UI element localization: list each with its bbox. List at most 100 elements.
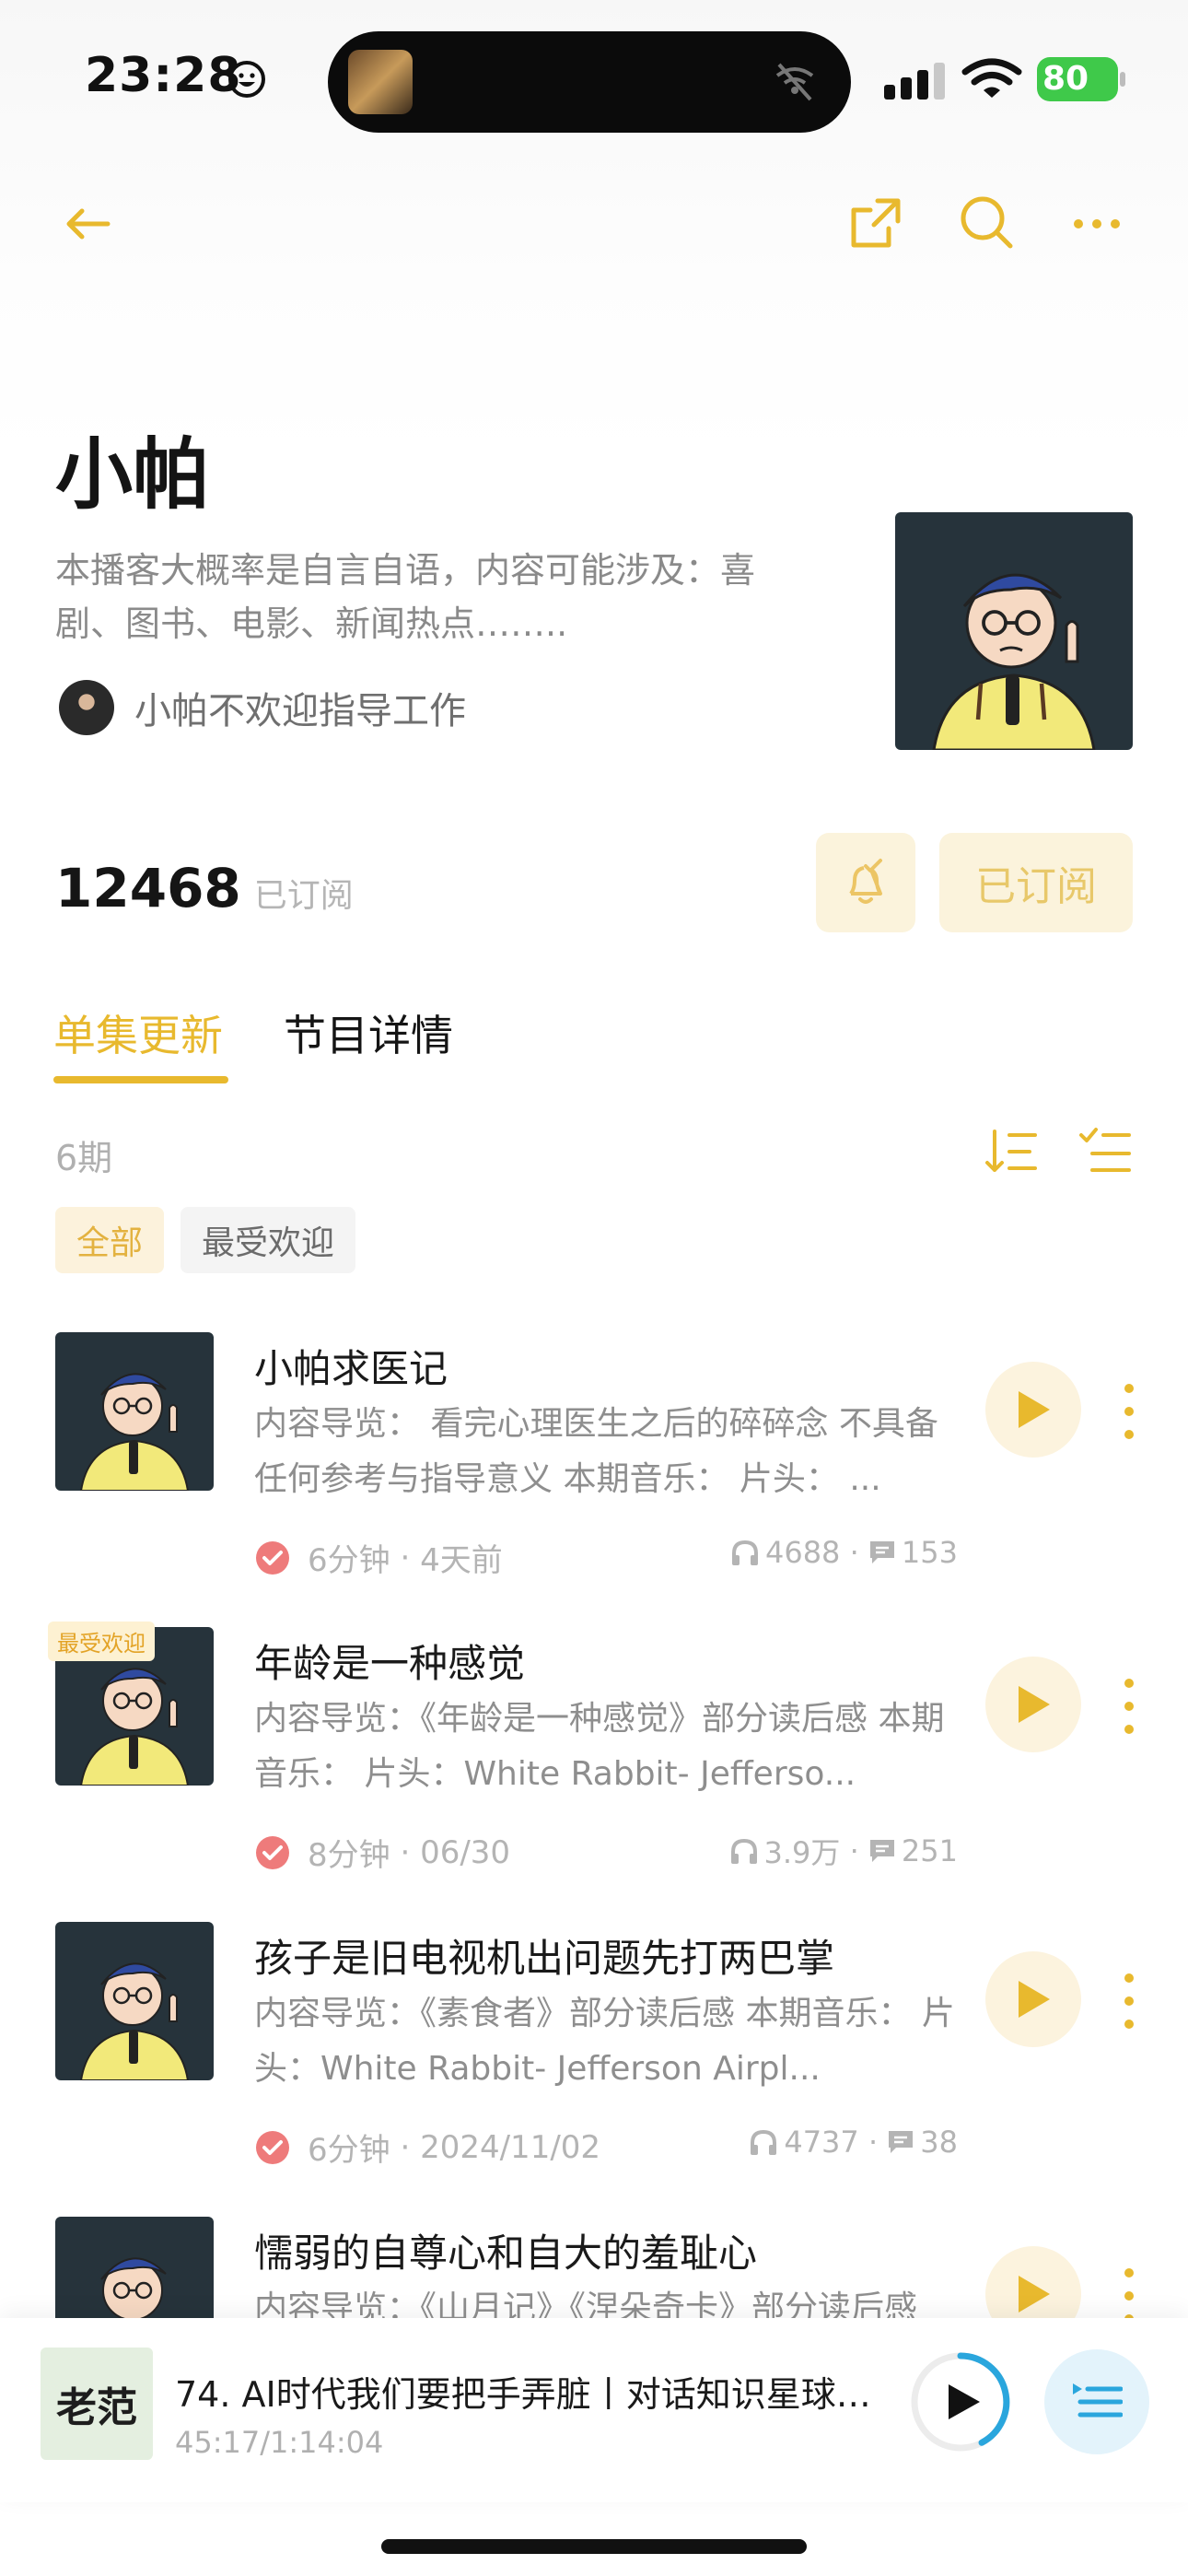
mute-icon	[775, 63, 814, 101]
meta-separator: ·	[858, 2125, 888, 2160]
cellular-signal-icon	[884, 63, 945, 100]
dynamic-island[interactable]	[328, 31, 851, 133]
subscriber-count-label: 已订阅	[253, 877, 354, 915]
status-time: 23:28	[85, 48, 242, 103]
dot	[1124, 1679, 1134, 1688]
episode-title: 年龄是一种感觉	[254, 1641, 526, 1686]
comment-icon	[869, 1840, 894, 1862]
play-count: 3.9万	[763, 1835, 841, 1870]
dot	[1124, 1407, 1134, 1416]
episode-meta: 6分钟 · 4天前	[254, 1535, 503, 1580]
episode-description: 内容导览：《山月记》《涅朵奇卡》部分读后感	[254, 2289, 918, 2318]
sort-button[interactable]	[982, 1122, 1041, 1181]
now-playing-thumbnail	[348, 50, 413, 114]
episode-item[interactable]: 小帕求医记 内容导览： 看完心理医生之后的碎碎念 不具备任何参考与指导意义 本期…	[0, 1332, 1188, 1627]
podcast-description[interactable]: 本播客大概率是自言自语，内容可能涉及：喜剧、图书、电影、新闻热点……..	[55, 544, 810, 650]
batch-select-button[interactable]	[1076, 1122, 1135, 1181]
dot	[1124, 1996, 1134, 2006]
episode-stats: 4737 · 38	[749, 2125, 958, 2160]
mini-player[interactable]: 老范 74. AI时代我们要把手弄脏丨对话知识星球… 45:17/1:14:04	[0, 2318, 1188, 2502]
play-icon	[1019, 1391, 1050, 1428]
most-popular-badge: 最受欢迎	[48, 1622, 155, 1661]
episode-cover	[55, 2217, 214, 2318]
subscriber-stats: 12468 已订阅	[55, 857, 354, 919]
battery-indicator: 80	[1037, 57, 1125, 101]
battery-level: 80	[1037, 57, 1118, 101]
comment-count: 251	[901, 1833, 958, 1868]
play-count: 4737	[784, 2125, 859, 2160]
episode-play-button[interactable]	[985, 1657, 1081, 1752]
bell-check-icon	[849, 859, 882, 904]
search-icon	[961, 196, 1013, 249]
episode-meta: 6分钟 · 2024/11/02	[254, 2125, 600, 2170]
home-indicator[interactable]	[381, 2539, 807, 2554]
episode-stats: 3.9万 · 251	[729, 1830, 958, 1872]
play-icon	[1019, 2276, 1050, 2313]
episode-play-button[interactable]	[985, 1951, 1081, 2047]
filter-all[interactable]: 全部	[55, 1207, 164, 1273]
wifi-icon	[961, 58, 1022, 98]
episode-more-button[interactable]	[1111, 1375, 1147, 1448]
more-options-button[interactable]	[1065, 192, 1129, 256]
share-button[interactable]	[843, 192, 907, 256]
smiley-icon	[228, 61, 265, 98]
dot	[1124, 1702, 1134, 1711]
meta-separator: ·	[840, 1535, 868, 1570]
episode-play-button[interactable]	[985, 2246, 1081, 2318]
comment-icon	[869, 1541, 894, 1563]
play-count: 4688	[764, 1535, 841, 1570]
subscribed-button[interactable]: 已订阅	[939, 833, 1133, 932]
status-bar: 23:28 80	[0, 0, 1188, 157]
meta-separator: ·	[390, 2128, 421, 2166]
ellipsis-icon	[1074, 219, 1120, 228]
meta-separator: ·	[390, 1539, 421, 1576]
played-check-icon	[256, 1540, 289, 1575]
headphones-icon	[730, 1838, 757, 1864]
episode-play-button[interactable]	[985, 1362, 1081, 1458]
meta-separator: ·	[390, 1833, 421, 1871]
episode-more-button[interactable]	[1111, 1964, 1147, 2038]
mini-player-progress: 45:17/1:14:04	[175, 2425, 384, 2460]
search-button[interactable]	[954, 190, 1019, 254]
back-button[interactable]	[55, 192, 120, 256]
dot	[1124, 1430, 1134, 1439]
arrow-left-icon	[66, 208, 111, 240]
episode-item[interactable]: 懦弱的自尊心和自大的羞耻心 内容导览：《山月记》《涅朵奇卡》部分读后感	[0, 2217, 1188, 2318]
tab-episodes[interactable]: 单集更新	[53, 1002, 223, 1063]
dot	[1124, 2020, 1134, 2029]
podcast-title: 小帕	[55, 429, 211, 520]
episode-description: 内容导览：《素食者》部分读后感 本期音乐： 片头：White Rabbit- J…	[254, 1995, 955, 2088]
episode-duration: 6分钟	[308, 2132, 390, 2169]
episode-item[interactable]: 最受欢迎 年龄是一种感觉 内容导览：《年龄是一种感觉》部分读后感 本期音乐： 片…	[0, 1622, 1188, 1922]
author-avatar	[59, 680, 114, 735]
episode-title: 孩子是旧电视机出问题先打两巴掌	[254, 1936, 835, 1981]
episode-date: 2024/11/02	[420, 2128, 601, 2166]
cartoon-cover-image	[55, 1332, 214, 1491]
meta-separator: ·	[840, 1833, 868, 1868]
headphones-icon	[731, 1540, 758, 1565]
episode-count: 6期	[55, 1138, 113, 1178]
notification-toggle-button[interactable]	[816, 833, 915, 932]
podcast-page: 23:28 80 小帕 本播客大概率是自言自语，内容可能涉及：喜剧、图书、电影、…	[0, 0, 1188, 2576]
podcast-cover[interactable]	[895, 512, 1133, 750]
mini-player-play-button[interactable]	[908, 2349, 1013, 2454]
episode-meta: 8分钟 · 06/30	[254, 1830, 510, 1875]
tab-details[interactable]: 节目详情	[284, 1002, 453, 1063]
author-name: 小帕不欢迎指导工作	[134, 690, 466, 732]
episode-date: 06/30	[420, 1833, 511, 1871]
author-link[interactable]: 小帕不欢迎指导工作	[59, 680, 466, 735]
episode-title: 懦弱的自尊心和自大的羞耻心	[254, 2231, 758, 2276]
play-icon	[1019, 1981, 1050, 2018]
dot	[1124, 1384, 1134, 1393]
episode-more-button[interactable]	[1111, 2259, 1147, 2318]
episode-stats: 4688 · 153	[730, 1535, 958, 1570]
episode-item[interactable]: 孩子是旧电视机出问题先打两巴掌 内容导览：《素食者》部分读后感 本期音乐： 片头…	[0, 1922, 1188, 2217]
episode-more-button[interactable]	[1111, 1669, 1147, 1743]
playlist-icon	[1073, 2383, 1123, 2418]
playlist-button[interactable]	[1044, 2349, 1149, 2454]
played-check-icon	[256, 1835, 289, 1869]
played-check-icon	[256, 2130, 289, 2164]
filter-most-popular[interactable]: 最受欢迎	[181, 1207, 355, 1273]
episode-description: 内容导览： 看完心理医生之后的碎碎念 不具备任何参考与指导意义 本期音乐： 片头…	[254, 1405, 938, 1498]
active-tab-indicator	[53, 1076, 228, 1083]
